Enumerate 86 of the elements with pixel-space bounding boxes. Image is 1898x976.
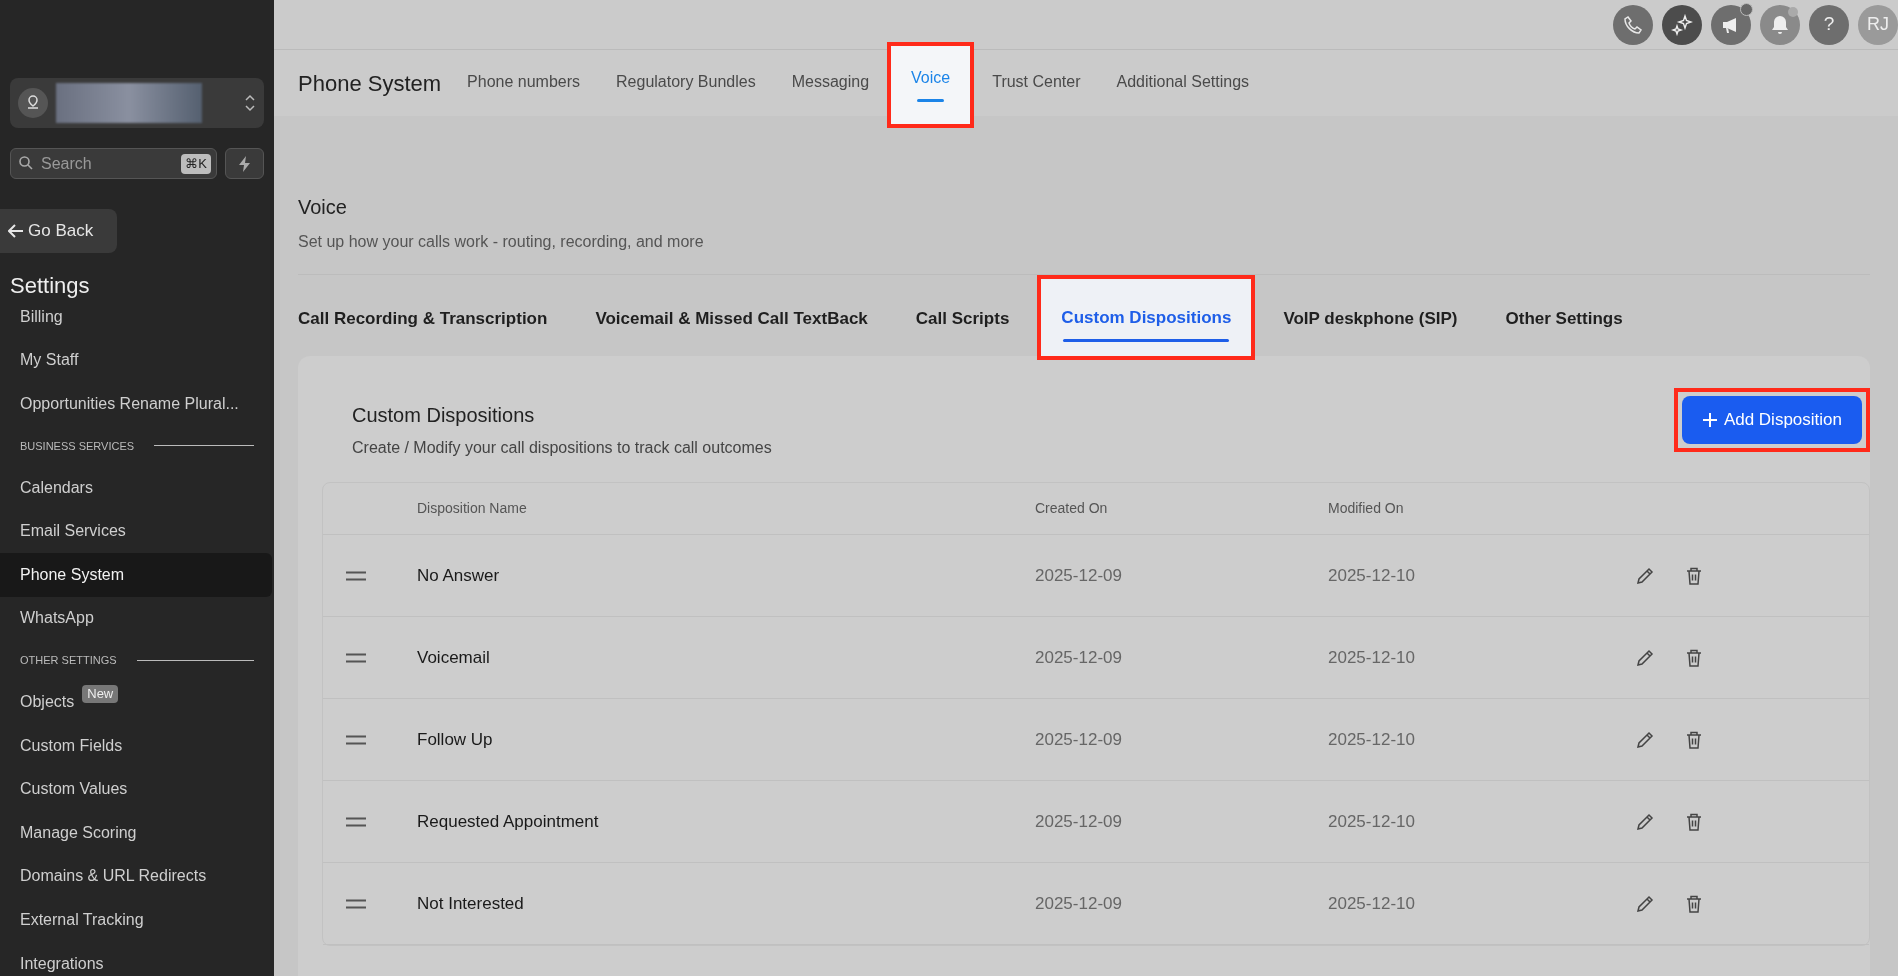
shortcut-hint: ⌘K xyxy=(181,154,211,174)
table-cell-text: Follow Up xyxy=(417,728,494,751)
phone-icon xyxy=(1623,14,1643,35)
pencil-icon[interactable] xyxy=(1636,730,1654,749)
pencil-icon[interactable] xyxy=(1636,894,1654,913)
location-pin-icon xyxy=(18,88,48,118)
sidebar-item[interactable]: My Staff xyxy=(0,338,274,383)
trash-icon[interactable] xyxy=(1686,566,1702,585)
section-title: Voice xyxy=(298,195,348,220)
nav-tab[interactable]: Voice xyxy=(891,50,971,106)
account-switcher[interactable] xyxy=(10,78,264,128)
drag-handle-icon[interactable] xyxy=(345,734,367,745)
section-tab[interactable]: Custom Dispositions xyxy=(1041,279,1252,356)
bolt-button[interactable] xyxy=(225,148,264,179)
column-header: Modified On xyxy=(1328,499,1405,518)
sidebar-item[interactable]: WhatsApp xyxy=(0,596,274,641)
page-title: Phone System xyxy=(298,69,442,98)
go-back-button[interactable]: Go Back xyxy=(0,209,117,253)
drag-handle-icon[interactable] xyxy=(345,652,367,663)
section-subtitle: Set up how your calls work - routing, recording, and more xyxy=(298,232,705,252)
section-label: BUSINESS SERVICES xyxy=(20,438,135,454)
bell-icon xyxy=(1771,14,1789,35)
plus-icon xyxy=(1701,412,1718,428)
table-cell-text: 2025-12-09 xyxy=(1035,646,1123,669)
pencil-icon[interactable] xyxy=(1636,566,1654,585)
sparkles-icon xyxy=(1671,13,1693,36)
search-icon xyxy=(18,155,34,171)
pencil-icon[interactable] xyxy=(1636,648,1654,667)
table-cell-text: 2025-12-10 xyxy=(1328,810,1416,833)
sidebar-item[interactable]: External Tracking xyxy=(0,898,274,942)
add-disposition-button[interactable]: Add Disposition xyxy=(1681,396,1862,444)
table-cell-text: 2025-12-09 xyxy=(1035,728,1123,751)
sidebar-item[interactable]: Opportunities Rename Plural... xyxy=(0,382,274,426)
sidebar-item[interactable]: Phone System xyxy=(0,552,272,597)
trash-icon[interactable] xyxy=(1686,894,1702,913)
section-tab[interactable]: VoIP deskphone (SIP) xyxy=(1263,281,1478,356)
sidebar-item[interactable]: Calendars xyxy=(0,465,274,510)
column-header: Created On xyxy=(1035,499,1109,518)
table-cell-text: Not Interested xyxy=(417,892,525,915)
table-cell-text: 2025-12-09 xyxy=(1035,810,1123,833)
table-cell-text: 2025-12-10 xyxy=(1328,564,1416,587)
card-subtitle: Create / Modify your call dispositions to track call outcomes xyxy=(352,438,772,458)
sidebar-item[interactable]: Manage Scoring xyxy=(0,810,274,855)
table-cell-text: 2025-12-10 xyxy=(1328,646,1416,669)
sidebar-title: Settings xyxy=(9,273,91,299)
table-cell-text: 2025-12-10 xyxy=(1328,728,1416,751)
section-tab[interactable]: Voicemail & Missed Call TextBack xyxy=(575,281,888,356)
announcements-button[interactable] xyxy=(1711,4,1751,45)
table-cell-text: 2025-12-09 xyxy=(1035,892,1123,915)
trash-icon[interactable] xyxy=(1686,812,1702,831)
section-label: OTHER SETTINGS xyxy=(20,652,117,668)
new-badge: New xyxy=(82,684,119,703)
section-tab[interactable]: Call Scripts xyxy=(895,281,1030,356)
drag-handle-icon[interactable] xyxy=(345,898,367,909)
sidebar-item[interactable]: Email Services xyxy=(0,509,274,553)
table-cell-text: No Answer xyxy=(417,564,501,587)
nav-tab[interactable]: Messaging xyxy=(773,54,888,110)
notifications-button[interactable] xyxy=(1760,4,1800,45)
ai-button[interactable] xyxy=(1662,4,1702,45)
trash-icon[interactable] xyxy=(1686,730,1702,749)
nav-tab[interactable]: Phone numbers xyxy=(449,54,599,110)
lightning-icon xyxy=(237,155,252,172)
sidebar-item-label[interactable]: Objects xyxy=(20,689,75,714)
sidebar-item[interactable]: Custom Values xyxy=(0,767,274,811)
nav-tab[interactable]: Additional Settings xyxy=(1098,54,1268,110)
phone-button[interactable] xyxy=(1613,4,1653,45)
table-cell-text: 2025-12-10 xyxy=(1328,892,1416,915)
chevron-up-down-icon xyxy=(244,93,256,113)
trash-icon[interactable] xyxy=(1686,648,1702,667)
table-cell-text: Voicemail xyxy=(417,646,491,669)
table-cell-text: Requested Appointment xyxy=(417,810,600,833)
card-title: Custom Dispositions xyxy=(352,403,536,428)
section-tab[interactable]: Other Settings xyxy=(1485,281,1643,356)
section-tab[interactable]: Call Recording & Transcription xyxy=(298,281,568,356)
column-header: Disposition Name xyxy=(417,499,528,518)
table-cell-text: 2025-12-09 xyxy=(1035,564,1123,587)
nav-tab[interactable]: Regulatory Bundles xyxy=(598,54,774,110)
help-button[interactable]: ? xyxy=(1809,4,1849,45)
drag-handle-icon[interactable] xyxy=(345,816,367,827)
nav-tab[interactable]: Trust Center xyxy=(974,54,1099,110)
drag-handle-icon[interactable] xyxy=(345,570,367,581)
pencil-icon[interactable] xyxy=(1636,812,1654,831)
sidebar-item[interactable]: Integrations xyxy=(0,941,274,976)
arrow-left-icon xyxy=(8,224,24,238)
sidebar-item[interactable]: Domains & URL Redirects xyxy=(0,854,274,899)
sidebar-item[interactable]: Custom Fields xyxy=(0,723,274,768)
